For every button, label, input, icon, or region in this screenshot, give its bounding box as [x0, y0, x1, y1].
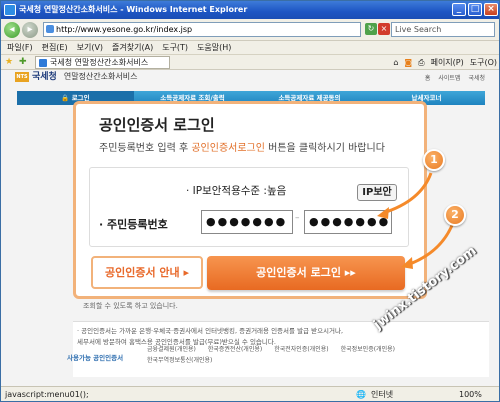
zoom-level[interactable]: 100% — [459, 387, 482, 401]
arrow-2-head — [401, 257, 413, 269]
arrow-2 — [406, 222, 455, 267]
status-text: javascript:menu01(); — [5, 390, 89, 399]
zone-label: 인터넷 — [371, 390, 394, 399]
rrn-front-input[interactable]: ●●●●●●● — [201, 210, 293, 234]
back-icon[interactable]: ◂ — [4, 22, 20, 38]
login-title: 공인인증서 로그인 — [99, 116, 215, 134]
step-badge-2: 2 — [444, 204, 466, 226]
step-badge-1: 1 — [423, 149, 445, 171]
menu-view[interactable]: 보기(V) — [77, 41, 103, 54]
cert-item: 한국무역정보통신(개인용) — [147, 357, 213, 364]
info-line-1: · 공인인증서는 가까운 은행·우체국·증권사에서 인터넷뱅킹, 증권거래용 인… — [77, 327, 344, 335]
menu-bar: 파일(F) 편집(E) 보기(V) 즐겨찾기(A) 도구(T) 도움말(H) — [1, 41, 499, 55]
tab-toolbar: ★ ✚ 국세청 연말정산간소화서비스 ⌂ ◙ ⎙ 페이지(P) 도구(O) — [1, 55, 499, 70]
favorites-star-icon[interactable]: ★ — [5, 57, 13, 67]
top-links: 홈 사이트맵 국세청 — [425, 73, 485, 82]
arrow-1-head — [377, 207, 389, 219]
logo-text: 국세청 — [32, 72, 57, 82]
stop-icon[interactable]: × — [378, 23, 390, 35]
print-icon[interactable]: ⎙ — [418, 56, 424, 69]
cert-item: 한국증권전산(개인용) — [207, 346, 263, 353]
rrn-label: · 주민등록번호 — [99, 218, 168, 231]
menu-help[interactable]: 도움말(H) — [197, 41, 231, 54]
title-bar: 국세청 연말정산간소화서비스 - Windows Internet Explor… — [1, 1, 499, 19]
rrn-separator: – — [295, 213, 300, 223]
browser-window: 국세청 연말정산간소화서비스 - Windows Internet Explor… — [0, 0, 500, 402]
close-button[interactable]: × — [484, 3, 498, 16]
usable-certs-title: 사용가능 공인인증서 — [67, 354, 124, 362]
forward-icon[interactable]: ▸ — [22, 22, 38, 38]
internet-zone-icon: 🌐 — [356, 390, 366, 399]
ip-security-level: · IP보안적용수준 :높음 — [186, 185, 287, 197]
search-input[interactable]: Live Search — [391, 22, 495, 37]
status-bar: javascript:menu01(); 🌐 인터넷 100% — [1, 386, 499, 401]
menu-file[interactable]: 파일(F) — [7, 41, 33, 54]
site-subtitle: 연말정산간소화서비스 — [63, 72, 138, 81]
cert-guide-button[interactable]: 공인인증서 안내 ▸ — [91, 256, 203, 289]
arrow-1 — [382, 172, 433, 215]
window-title: 국세청 연말정산간소화서비스 - Windows Internet Explor… — [19, 5, 248, 14]
maximize-button[interactable]: □ — [468, 3, 482, 16]
info-box: · 공인인증서는 가까운 은행·우체국·증권사에서 인터넷뱅킹, 증권거래용 인… — [67, 321, 489, 377]
nts-logo-icon: NTS — [15, 72, 29, 82]
page-menu[interactable]: 페이지(P) — [431, 56, 464, 69]
cert-item: 한국정보인증(개인용) — [340, 346, 395, 353]
minimize-button[interactable]: _ — [452, 3, 466, 16]
menu-favorites[interactable]: 즐겨찾기(A) — [112, 41, 153, 54]
add-favorite-icon[interactable]: ✚ — [19, 57, 27, 67]
feed-icon[interactable]: ◙ — [404, 56, 412, 69]
refresh-icon[interactable]: ↻ — [365, 23, 377, 35]
browser-tab[interactable]: 국세청 연말정산간소화서비스 — [35, 56, 170, 69]
ie-icon — [4, 4, 16, 16]
link-nts[interactable]: 국세청 — [468, 73, 485, 82]
site-logo[interactable]: NTS 국세청 연말정산간소화서비스 — [15, 69, 170, 85]
cert-item: 한국전자인증(개인용) — [274, 346, 329, 353]
tools-menu[interactable]: 도구(O) — [470, 56, 497, 69]
cert-item: 금융결제원(개인용) — [147, 346, 196, 353]
menu-tools[interactable]: 도구(T) — [162, 41, 188, 54]
login-description: 주민등록번호 입력 후 공인인증서로그인 버튼을 클릭하시기 바랍니다 — [99, 143, 385, 154]
background-note: 조회할 수 있도록 하고 있습니다. — [83, 302, 178, 310]
login-desc-highlight: 공인인증서로그인 — [191, 143, 265, 154]
address-bar: ◂ ▸ http://www.yesone.go.kr/index.jsp ↻ … — [1, 19, 499, 41]
menu-edit[interactable]: 편집(E) — [42, 41, 68, 54]
url-input[interactable]: http://www.yesone.go.kr/index.jsp — [43, 22, 361, 37]
link-sitemap[interactable]: 사이트맵 — [438, 73, 460, 82]
home-icon[interactable]: ⌂ — [393, 56, 398, 69]
link-home[interactable]: 홈 — [425, 73, 431, 82]
